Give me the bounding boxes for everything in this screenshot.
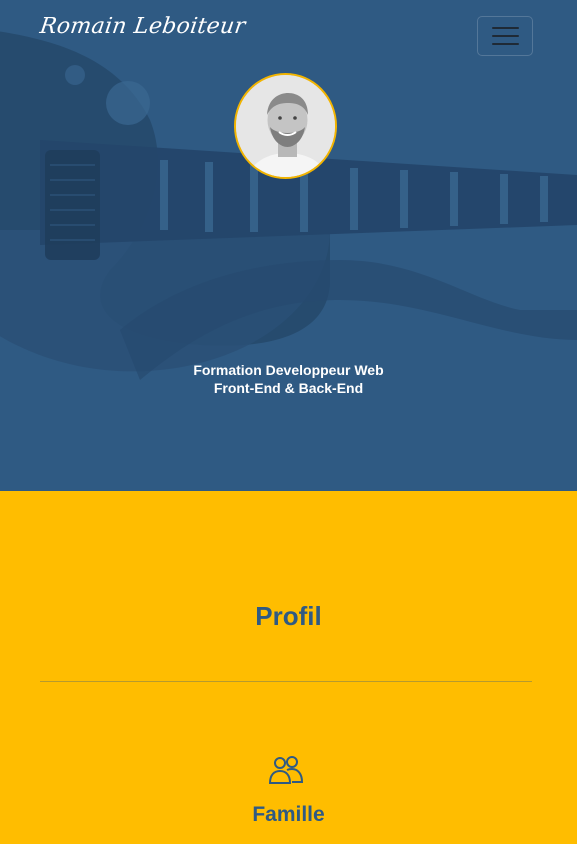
navbar: Romain Leboiteur <box>0 0 577 72</box>
person-photo-icon <box>236 75 335 177</box>
hero-line-2: Front-End & Back-End <box>213 380 364 396</box>
hamburger-menu-icon <box>491 27 519 29</box>
brand-logo[interactable]: Romain Leboiteur <box>38 14 247 39</box>
navbar-toggler-button[interactable] <box>477 16 533 56</box>
section-title: Profil <box>255 601 322 631</box>
profil-section: Profil Famille <box>0 491 577 844</box>
hamburger-menu-icon-bar <box>491 35 519 37</box>
family-title: Famille <box>252 803 325 826</box>
hero-section: Romain Leboiteur Formation Developpeur W… <box>0 0 577 491</box>
hero-headline: Formation Developpeur Web Front-End & Ba… <box>0 361 577 397</box>
people-icon <box>268 756 304 784</box>
section-divider <box>40 681 532 682</box>
hero-line-1: Formation Developpeur Web <box>193 362 384 378</box>
hamburger-menu-icon-bar <box>491 43 519 45</box>
profile-avatar <box>234 73 337 179</box>
